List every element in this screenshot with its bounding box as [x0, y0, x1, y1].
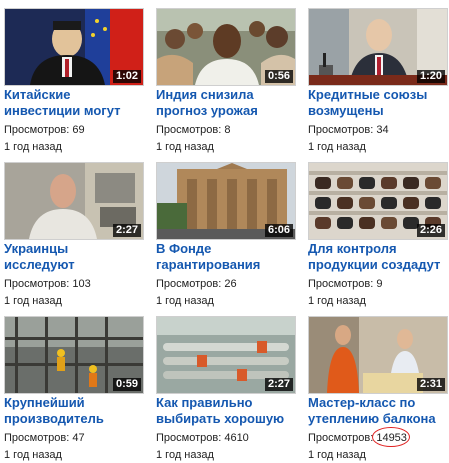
video-title-link[interactable]: Для контроля продукции создадут	[308, 241, 449, 273]
views-label: Просмотров:	[308, 432, 374, 444]
video-duration: 6:06	[264, 224, 293, 237]
view-count: Просмотров: 103	[4, 277, 91, 291]
views-value: 47	[72, 432, 85, 444]
view-count: Просмотров: 14953	[308, 427, 411, 447]
video-title-line: Китайские	[4, 87, 71, 102]
video-thumbnail[interactable]: 2:27	[156, 316, 296, 394]
video-title-line: гарантирования	[156, 257, 261, 272]
upload-age: 1 год назад	[4, 449, 62, 461]
video-duration: 1:02	[112, 70, 141, 83]
video-title-line: Крупнейший	[4, 395, 85, 410]
video-duration: 2:26	[416, 224, 445, 237]
video-title-line: Индия снизила	[156, 87, 254, 102]
video-title-line: исследуют	[4, 257, 75, 272]
upload-age: 1 год назад	[308, 449, 366, 461]
video-title-line: выбирать хорошую	[156, 411, 285, 426]
video-title-link[interactable]: Как правильно выбирать хорошую	[156, 395, 306, 427]
video-title-link[interactable]: Индия снизила прогноз урожая	[156, 87, 306, 119]
views-label: Просмотров:	[308, 124, 374, 136]
upload-age: 1 год назад	[4, 141, 62, 153]
video-title-line: прогноз урожая	[156, 103, 258, 118]
video-title-line: продукции создадут	[308, 257, 441, 272]
view-count: Просмотров: 8	[156, 123, 230, 137]
video-duration: 1:20	[416, 70, 445, 83]
video-thumbnail[interactable]: 1:02	[4, 8, 144, 86]
views-value: 26	[224, 278, 237, 290]
video-title-line: возмущены	[308, 103, 384, 118]
view-count: Просмотров: 26	[156, 277, 237, 291]
views-value: 34	[376, 124, 389, 136]
upload-age: 1 год назад	[4, 295, 62, 307]
video-title-line: В Фонде	[156, 241, 212, 256]
video-title-line: Как правильно	[156, 395, 253, 410]
view-count: Просмотров: 9	[308, 277, 382, 291]
video-duration: 0:59	[112, 378, 141, 391]
video-title-line: инвестиции могут	[4, 103, 121, 118]
video-title-line: Кредитные союзы	[308, 87, 428, 102]
video-title-link[interactable]: Крупнейший производитель	[4, 395, 154, 427]
views-value: 4610	[224, 432, 249, 444]
views-label: Просмотров:	[4, 124, 70, 136]
video-title-line: Для контроля	[308, 241, 397, 256]
upload-age: 1 год назад	[156, 295, 214, 307]
upload-age: 1 год назад	[156, 449, 214, 461]
video-title-link[interactable]: Мастер-класс по утеплению балкона	[308, 395, 449, 427]
video-duration: 2:31	[416, 378, 445, 391]
video-thumbnail[interactable]: 2:27	[4, 162, 144, 240]
upload-age: 1 год назад	[156, 141, 214, 153]
video-title-link[interactable]: Китайские инвестиции могут	[4, 87, 154, 119]
red-highlight-circle	[372, 427, 411, 447]
views-label: Просмотров:	[156, 432, 222, 444]
video-title-line: Мастер-класс по	[308, 395, 416, 410]
video-duration: 2:27	[264, 378, 293, 391]
view-count: Просмотров: 69	[4, 123, 85, 137]
video-title-line: производитель	[4, 411, 104, 426]
video-thumbnail[interactable]: 2:26	[308, 162, 448, 240]
views-value: 8	[224, 124, 231, 136]
video-duration: 0:56	[264, 70, 293, 83]
highlighted-views: 14953	[372, 427, 411, 447]
views-label: Просмотров:	[156, 278, 222, 290]
video-grid: 1:02 Китайские инвестиции могут Просмотр…	[0, 0, 449, 463]
video-duration: 2:27	[112, 224, 141, 237]
video-thumbnail[interactable]: 0:56	[156, 8, 296, 86]
video-thumbnail[interactable]: 0:59	[4, 316, 144, 394]
views-label: Просмотров:	[4, 432, 70, 444]
video-title-link[interactable]: В Фонде гарантирования	[156, 241, 306, 273]
video-thumbnail[interactable]: 6:06	[156, 162, 296, 240]
upload-age: 1 год назад	[308, 295, 366, 307]
views-value: 69	[72, 124, 85, 136]
upload-age: 1 год назад	[308, 141, 366, 153]
video-thumbnail[interactable]: 2:31	[308, 316, 448, 394]
views-label: Просмотров:	[308, 278, 374, 290]
video-title-link[interactable]: Украинцы исследуют	[4, 241, 154, 273]
view-count: Просмотров: 4610	[156, 431, 249, 445]
view-count: Просмотров: 34	[308, 123, 389, 137]
view-count: Просмотров: 47	[4, 431, 85, 445]
video-title-line: Украинцы	[4, 241, 69, 256]
video-title-line: утеплению балкона	[308, 411, 436, 426]
views-label: Просмотров:	[156, 124, 222, 136]
views-value: 103	[72, 278, 91, 290]
views-value: 9	[376, 278, 383, 290]
video-title-link[interactable]: Кредитные союзы возмущены	[308, 87, 449, 119]
views-label: Просмотров:	[4, 278, 70, 290]
video-thumbnail[interactable]: 1:20	[308, 8, 448, 86]
